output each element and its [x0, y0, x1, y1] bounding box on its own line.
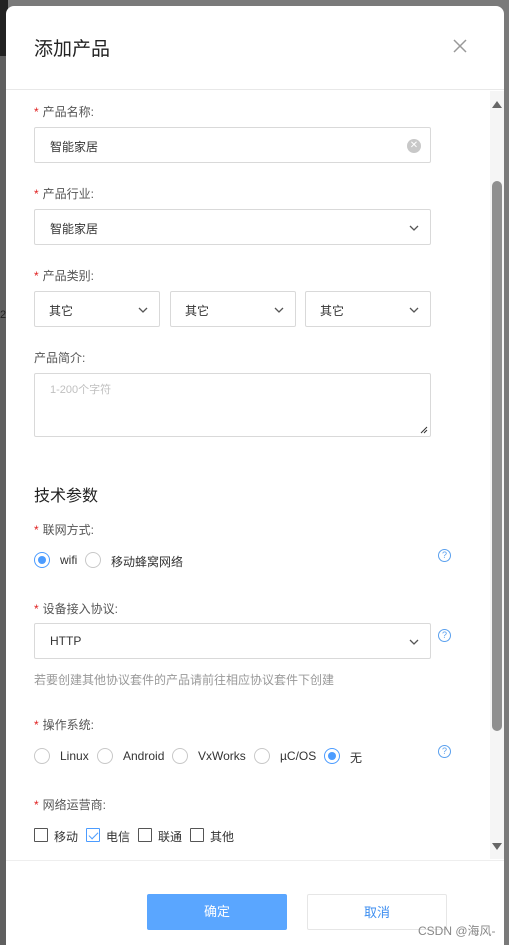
intro-label: 产品简介:: [34, 351, 86, 365]
intro-placeholder: 1-200个字符: [50, 384, 112, 396]
network-label: * 联网方式:: [34, 523, 95, 537]
checkbox-unicom-label: 联通: [158, 830, 183, 844]
checkbox-telecom-label: 电信: [106, 830, 131, 844]
category-select-1[interactable]: 其它: [34, 291, 160, 327]
category-select-3[interactable]: 其它: [305, 291, 431, 327]
os-label: * 操作系统:: [34, 718, 95, 732]
radio-wifi-label: wifi: [60, 553, 78, 567]
scroll-up-icon[interactable]: [492, 101, 502, 108]
radio-vxworks-label: VxWorks: [198, 749, 246, 763]
radio-wifi[interactable]: [34, 552, 50, 568]
industry-value: 智能家居: [50, 222, 99, 236]
carrier-label: * 网络运营商:: [34, 798, 107, 812]
product-name-value: 智能家居: [50, 140, 99, 154]
radio-ucos-label: µC/OS: [280, 749, 317, 763]
resize-handle-icon[interactable]: [418, 424, 428, 434]
watermark: CSDN @海风-: [418, 924, 496, 938]
radio-cellular-label: 移动蜂窝网络: [111, 555, 184, 569]
intro-textarea[interactable]: 1-200个字符: [34, 373, 431, 437]
checkbox-mobile[interactable]: [34, 828, 48, 842]
chevron-down-icon: [409, 639, 419, 645]
radio-vxworks[interactable]: [172, 748, 188, 764]
product-name-input[interactable]: 智能家居 ✕: [34, 127, 431, 163]
protocol-hint: 若要创建其他协议套件的产品请前往相应协议套件下创建: [34, 673, 335, 687]
checkbox-other[interactable]: [190, 828, 204, 842]
help-icon[interactable]: ?: [438, 549, 451, 562]
industry-label: * 产品行业:: [34, 187, 95, 201]
radio-ucos[interactable]: [254, 748, 270, 764]
radio-cellular[interactable]: [85, 552, 101, 568]
dialog-title: 添加产品: [34, 39, 111, 60]
protocol-select[interactable]: HTTP: [34, 623, 431, 659]
dialog-body: * 产品名称: 智能家居 ✕ * 产品行业: 智能家居 * 产品类别: 其它 其它 其…: [6, 91, 504, 859]
clear-icon[interactable]: ✕: [407, 139, 421, 153]
checkbox-unicom[interactable]: [138, 828, 152, 842]
protocol-value: HTTP: [50, 634, 82, 648]
chevron-down-icon: [409, 307, 419, 313]
industry-select[interactable]: 智能家居: [34, 209, 431, 245]
tech-section-title: 技术参数: [34, 488, 99, 505]
help-icon[interactable]: ?: [438, 629, 451, 642]
radio-none[interactable]: [324, 748, 340, 764]
scrollbar-thumb[interactable]: [492, 181, 502, 731]
dialog-header: 添加产品: [6, 6, 504, 90]
checkbox-mobile-label: 移动: [54, 830, 79, 844]
add-product-dialog: 添加产品 * 产品名称: 智能家居 ✕ * 产品行业: 智能家居 * 产品类别: 其它…: [6, 6, 504, 945]
radio-android[interactable]: [97, 748, 113, 764]
radio-linux-label: Linux: [60, 749, 89, 763]
scrollbar[interactable]: [490, 91, 504, 859]
help-icon[interactable]: ?: [438, 745, 451, 758]
category-select-2[interactable]: 其它: [170, 291, 296, 327]
chevron-down-icon: [138, 307, 148, 313]
checkbox-telecom[interactable]: [86, 828, 100, 842]
chevron-down-icon: [409, 225, 419, 231]
confirm-button[interactable]: 确定: [147, 894, 287, 930]
radio-linux[interactable]: [34, 748, 50, 764]
close-icon[interactable]: [450, 36, 470, 56]
protocol-label: * 设备接入协议:: [34, 602, 119, 616]
category-value-1: 其它: [49, 304, 74, 318]
scroll-down-icon[interactable]: [492, 843, 502, 850]
product-name-label: * 产品名称:: [34, 105, 95, 119]
category-value-2: 其它: [185, 304, 210, 318]
radio-none-label: 无: [350, 751, 363, 765]
category-label: * 产品类别:: [34, 269, 95, 283]
checkbox-other-label: 其他: [210, 830, 235, 844]
chevron-down-icon: [274, 307, 284, 313]
category-value-3: 其它: [320, 304, 345, 318]
radio-android-label: Android: [123, 749, 165, 763]
